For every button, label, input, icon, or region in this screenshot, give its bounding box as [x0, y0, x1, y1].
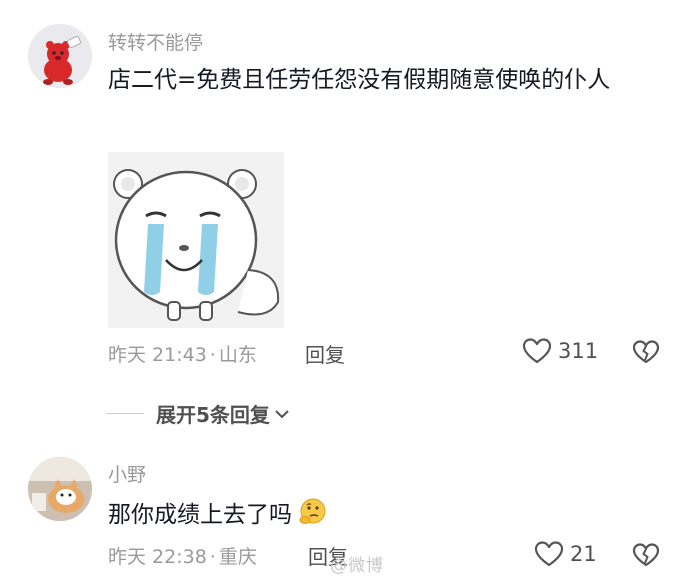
watermark: @微博: [330, 556, 384, 576]
comment-section: 转转不能停 店二代=免费且任劳任怨没有假期随意使唤的仆人 昨天 21:43 · 山东…: [0, 0, 690, 586]
comment-sticker-image[interactable]: [108, 152, 284, 328]
username[interactable]: 转转不能停: [108, 28, 203, 55]
comment-meta: 昨天 22:38 · 重庆: [108, 542, 257, 569]
divider: [106, 413, 144, 414]
broken-heart-icon[interactable]: [632, 542, 660, 568]
meta-separator: ·: [209, 344, 216, 366]
comment-time: 昨天 22:38: [108, 546, 207, 568]
meta-separator: ·: [209, 546, 216, 568]
like-count: 311: [558, 339, 599, 363]
comment-location: 山东: [218, 344, 257, 366]
like-button[interactable]: 311: [522, 337, 598, 365]
chevron-down-icon: [275, 409, 289, 418]
comment-meta: 昨天 21:43 · 山东: [108, 340, 257, 367]
crying-bear-sticker-icon: [108, 152, 284, 328]
comment-location: 重庆: [218, 546, 257, 568]
like-button[interactable]: 21: [534, 540, 597, 568]
expand-replies-label: 展开5条回复: [156, 403, 270, 427]
comment-text-content: 那你成绩上去了吗: [108, 502, 292, 528]
cat-photo-avatar-icon: [28, 457, 92, 521]
username[interactable]: 小野: [108, 460, 146, 487]
comment-text: 那你成绩上去了吗: [108, 494, 653, 537]
user-avatar[interactable]: [28, 24, 92, 88]
comment-text: 店二代=免费且任劳任怨没有假期随意使唤的仆人: [108, 67, 611, 93]
heart-icon: [534, 541, 564, 567]
reply-button[interactable]: 回复: [305, 339, 345, 368]
like-count: 21: [570, 542, 597, 566]
broken-heart-icon[interactable]: [632, 339, 660, 365]
red-bear-avatar-icon: [28, 24, 92, 88]
expand-replies-button[interactable]: 展开5条回复: [106, 399, 290, 428]
thinking-face-emoji-icon: [299, 498, 326, 524]
comment-time: 昨天 21:43: [108, 344, 207, 366]
user-avatar[interactable]: [28, 457, 92, 521]
heart-icon: [522, 338, 552, 364]
